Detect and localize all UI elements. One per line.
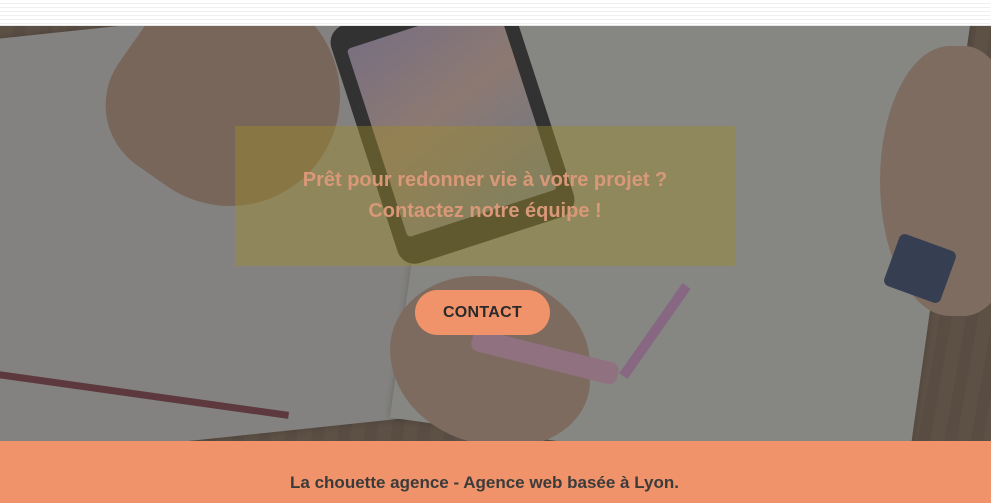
footer: La chouette agence - Agence web basée à …	[0, 441, 991, 503]
top-bar	[0, 0, 991, 26]
hero-message-line: Contactez notre équipe !	[368, 200, 602, 222]
hero-section: Prêt pour redonner vie à votre projet ? …	[0, 26, 991, 441]
footer-text: La chouette agence - Agence web basée à …	[290, 473, 679, 492]
hero-message-box: Prêt pour redonner vie à votre projet ? …	[235, 126, 735, 266]
contact-button[interactable]: CONTACT	[415, 290, 550, 335]
hero-message-line: Prêt pour redonner vie à votre projet ?	[302, 169, 668, 191]
